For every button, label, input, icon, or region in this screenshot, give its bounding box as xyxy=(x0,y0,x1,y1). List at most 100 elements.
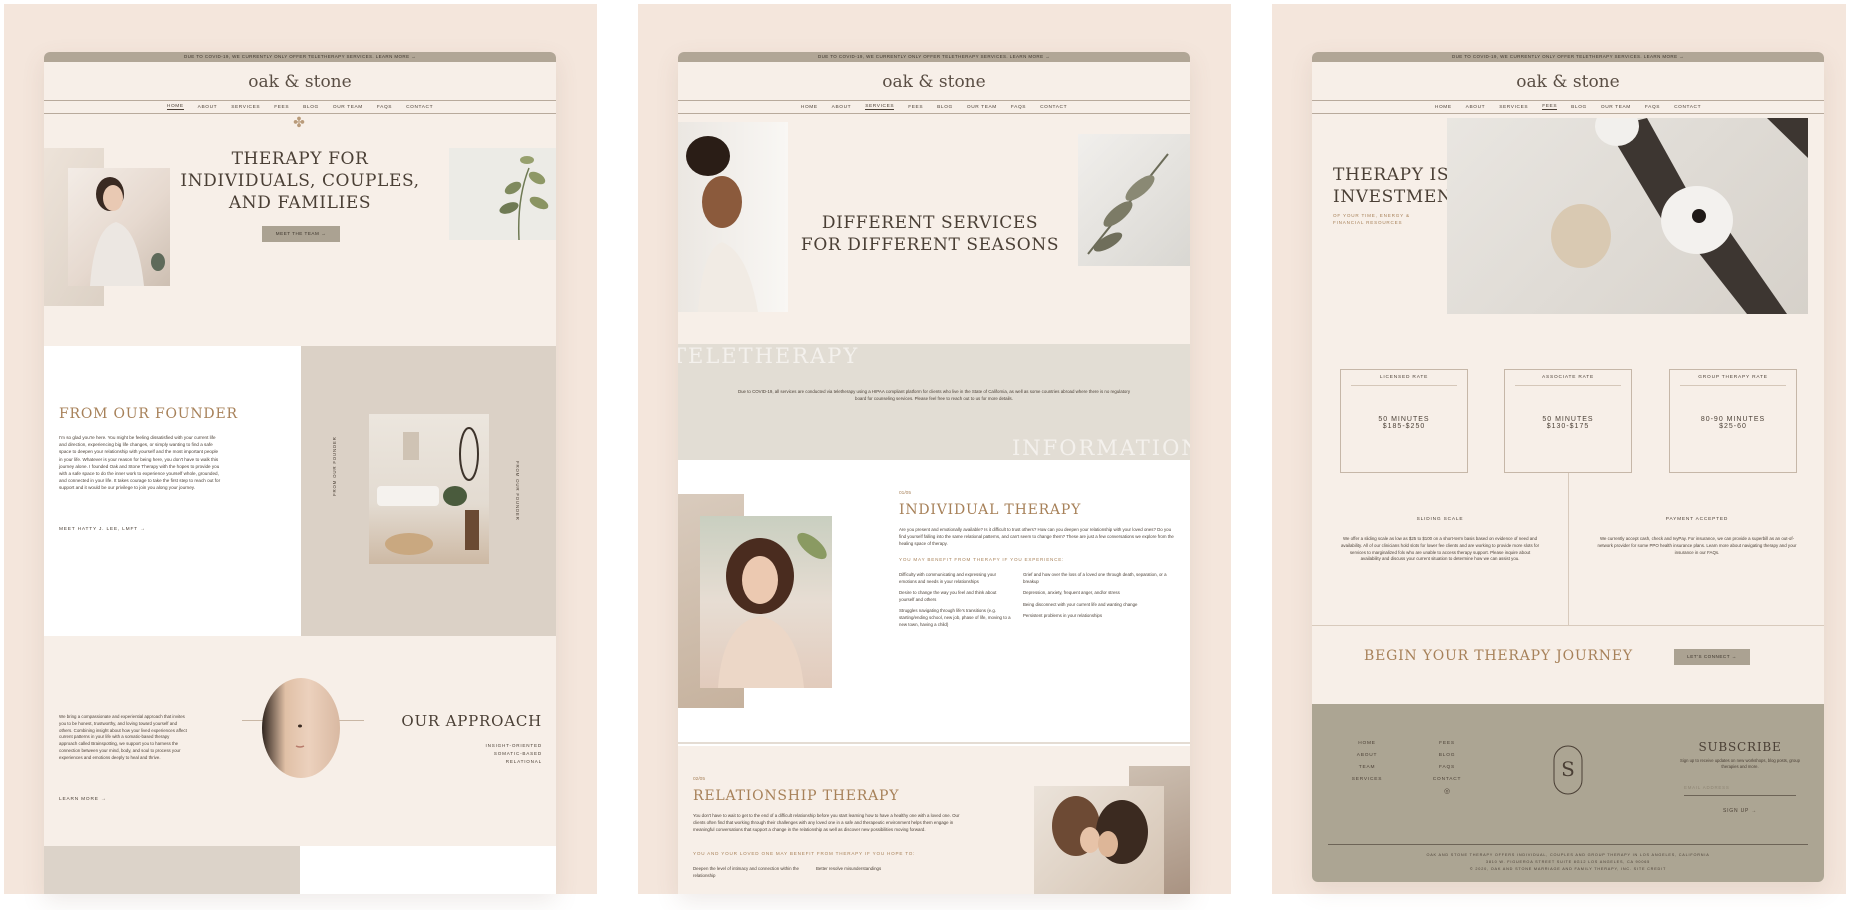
payment-title: PAYMENT ACCEPTED xyxy=(1665,517,1729,522)
approach-oval-photo xyxy=(262,678,340,778)
leaf-shadow-photo xyxy=(1078,134,1190,266)
portrait-illustration xyxy=(718,532,827,688)
nav-faqs[interactable]: FAQS xyxy=(1011,105,1026,110)
nav-fees[interactable]: FEES xyxy=(908,105,923,110)
footer-link[interactable]: ABOUT xyxy=(1342,750,1392,762)
sign-up-button[interactable]: SIGN UP → xyxy=(1684,808,1796,815)
s2-item: Deepen the level of intimacy and connect… xyxy=(693,866,799,878)
footer-link[interactable]: HOME xyxy=(1342,738,1392,750)
announcement-bar[interactable]: DUE TO COVID-19, WE CURRENTLY ONLY OFFER… xyxy=(44,52,556,62)
email-input[interactable]: EMAIL ADDRESS xyxy=(1684,784,1796,796)
nav-home[interactable]: HOME xyxy=(1435,105,1452,110)
main-nav: HOME ABOUT SERVICES FEES BLOG OUR TEAM F… xyxy=(1312,100,1824,114)
nav-home[interactable]: HOME xyxy=(166,104,184,110)
footer-link[interactable]: FAQS xyxy=(1422,762,1472,774)
approach-learn-more-link[interactable]: LEARN MORE → xyxy=(59,796,106,803)
lets-connect-button[interactable]: LET'S CONNECT → xyxy=(1674,649,1750,665)
site-logo[interactable]: oak & stone xyxy=(44,62,556,100)
footer-link[interactable]: SERVICES xyxy=(1342,774,1392,786)
nav-blog[interactable]: BLOG xyxy=(1571,105,1587,110)
approach-section: We bring a compassionate and experientia… xyxy=(44,636,556,846)
footer-monogram-logo[interactable]: S xyxy=(1551,744,1585,796)
nav-contact[interactable]: CONTACT xyxy=(1674,105,1701,110)
s1-subheading: YOU MAY BENEFIT FROM THERAPY IF YOU EXPE… xyxy=(899,557,1065,562)
nav-fees[interactable]: FEES xyxy=(274,105,289,110)
sliding-scale-body: We offer a sliding scale as low as $25 t… xyxy=(1340,536,1540,562)
hero-photo-plant xyxy=(449,148,556,240)
hero-title: THERAPY FOR INDIVIDUALS, COUPLES, AND FA… xyxy=(180,149,420,213)
next-section-peek-right xyxy=(300,846,556,894)
vertical-label-right: FROM OUR FOUNDER xyxy=(515,461,520,521)
woman-illustration xyxy=(90,177,165,286)
meet-founder-link[interactable]: MEET HATTY J. LEE, LMFT → xyxy=(59,526,146,533)
leaf-shadow-illustration xyxy=(1087,153,1169,255)
nav-faqs[interactable]: FAQS xyxy=(377,105,392,110)
nav-services[interactable]: SERVICES xyxy=(865,104,895,110)
s2-title: RELATIONSHIP THERAPY xyxy=(693,788,900,804)
nav-about[interactable]: ABOUT xyxy=(1466,105,1486,110)
nav-blog[interactable]: BLOG xyxy=(303,105,319,110)
nav-about[interactable]: ABOUT xyxy=(832,105,852,110)
nav-our-team[interactable]: OUR TEAM xyxy=(1601,105,1631,110)
footer-links-col-2: FEES BLOG FAQS CONTACT ◎ xyxy=(1422,738,1472,798)
approach-title: OUR APPROACH xyxy=(401,712,542,730)
profile-illustration xyxy=(686,136,758,312)
rates-vertical-divider xyxy=(1568,473,1569,625)
plant-illustration xyxy=(499,156,549,240)
leaf-emblem-icon: ✤ xyxy=(293,114,305,130)
site-logo[interactable]: oak & stone xyxy=(678,62,1190,100)
living-room-photo xyxy=(369,414,489,564)
nav-contact[interactable]: CONTACT xyxy=(1040,105,1067,110)
fees-hero-subtitle: OF YOUR TIME, ENERGY & FINANCIAL RESOURC… xyxy=(1333,213,1410,226)
founder-body: I'm so glad you're here. You might be fe… xyxy=(59,435,221,491)
section-divider xyxy=(678,742,1190,744)
s2-item: Better resolve misunderstandings xyxy=(816,866,882,871)
nav-about[interactable]: ABOUT xyxy=(198,105,218,110)
nav-faqs[interactable]: FAQS xyxy=(1645,105,1660,110)
mockup-panel-home: DUE TO COVID-19, WE CURRENTLY ONLY OFFER… xyxy=(4,4,597,894)
founder-title: FROM OUR FOUNDER xyxy=(59,406,238,422)
footer-link[interactable]: BLOG xyxy=(1422,750,1472,762)
couple-photo xyxy=(1034,786,1164,894)
rate-label: ASSOCIATE RATE xyxy=(1541,375,1595,380)
nav-contact[interactable]: CONTACT xyxy=(406,105,433,110)
meet-the-team-button[interactable]: MEET THE TEAM → xyxy=(262,226,340,242)
band-word-teletherapy: TELETHERAPY xyxy=(678,344,860,368)
nav-our-team[interactable]: OUR TEAM xyxy=(333,105,363,110)
next-section-peek xyxy=(44,846,300,894)
rate-price: $130-$175 xyxy=(1546,423,1590,431)
s1-right-item: Depression, anxiety, frequent anger, and… xyxy=(1023,590,1120,596)
s1-right-item: Grief and how over the loss of a loved o… xyxy=(1023,572,1167,584)
vases-photo xyxy=(1447,118,1808,314)
rate-duration: 80-90 MINUTES xyxy=(1700,416,1766,424)
site-footer: HOME ABOUT TEAM SERVICES FEES BLOG FAQS … xyxy=(1312,704,1824,882)
relationship-therapy-section: 02/05 RELATIONSHIP THERAPY You don't hav… xyxy=(678,746,1190,894)
announcement-bar[interactable]: DUE TO COVID-19, WE CURRENTLY ONLY OFFER… xyxy=(678,52,1190,62)
footer-link[interactable]: CONTACT xyxy=(1422,774,1472,786)
browser-window-services: DUE TO COVID-19, WE CURRENTLY ONLY OFFER… xyxy=(678,52,1190,894)
s1-title: INDIVIDUAL THERAPY xyxy=(899,502,1082,518)
cta-title: BEGIN YOUR THERAPY JOURNEY xyxy=(1364,648,1633,664)
instagram-icon[interactable]: ◎ xyxy=(1422,786,1472,798)
cta-top-line xyxy=(1312,625,1824,626)
footer-link[interactable]: TEAM xyxy=(1342,762,1392,774)
footer-line-3: © 2020, OAK AND STONE MARRIAGE AND FAMIL… xyxy=(1469,867,1667,871)
site-logo[interactable]: oak & stone xyxy=(1312,62,1824,100)
rate-duration: 50 MINUTES xyxy=(1378,416,1430,424)
rate-label: LICENSED RATE xyxy=(1379,375,1429,380)
s1-left-item: Desire to change the way you feel and th… xyxy=(899,590,997,602)
s1-left-item: Difficulty with communicating and expres… xyxy=(899,572,997,584)
announcement-bar[interactable]: DUE TO COVID-19, WE CURRENTLY ONLY OFFER… xyxy=(1312,52,1824,62)
nav-services[interactable]: SERVICES xyxy=(231,105,260,110)
footer-divider xyxy=(1328,844,1808,845)
portrait-woman-photo xyxy=(700,516,832,688)
nav-fees[interactable]: FEES xyxy=(1542,104,1558,110)
teletherapy-band: TELETHERAPY Due to COVID-19, all service… xyxy=(678,344,1190,460)
nav-our-team[interactable]: OUR TEAM xyxy=(967,105,997,110)
nav-home[interactable]: HOME xyxy=(801,105,818,110)
rate-price: $185-$250 xyxy=(1382,423,1426,431)
footer-link[interactable]: FEES xyxy=(1422,738,1472,750)
nav-services[interactable]: SERVICES xyxy=(1499,105,1528,110)
s1-right-item: Persistent problems in your relationship… xyxy=(1023,613,1103,619)
nav-blog[interactable]: BLOG xyxy=(937,105,953,110)
